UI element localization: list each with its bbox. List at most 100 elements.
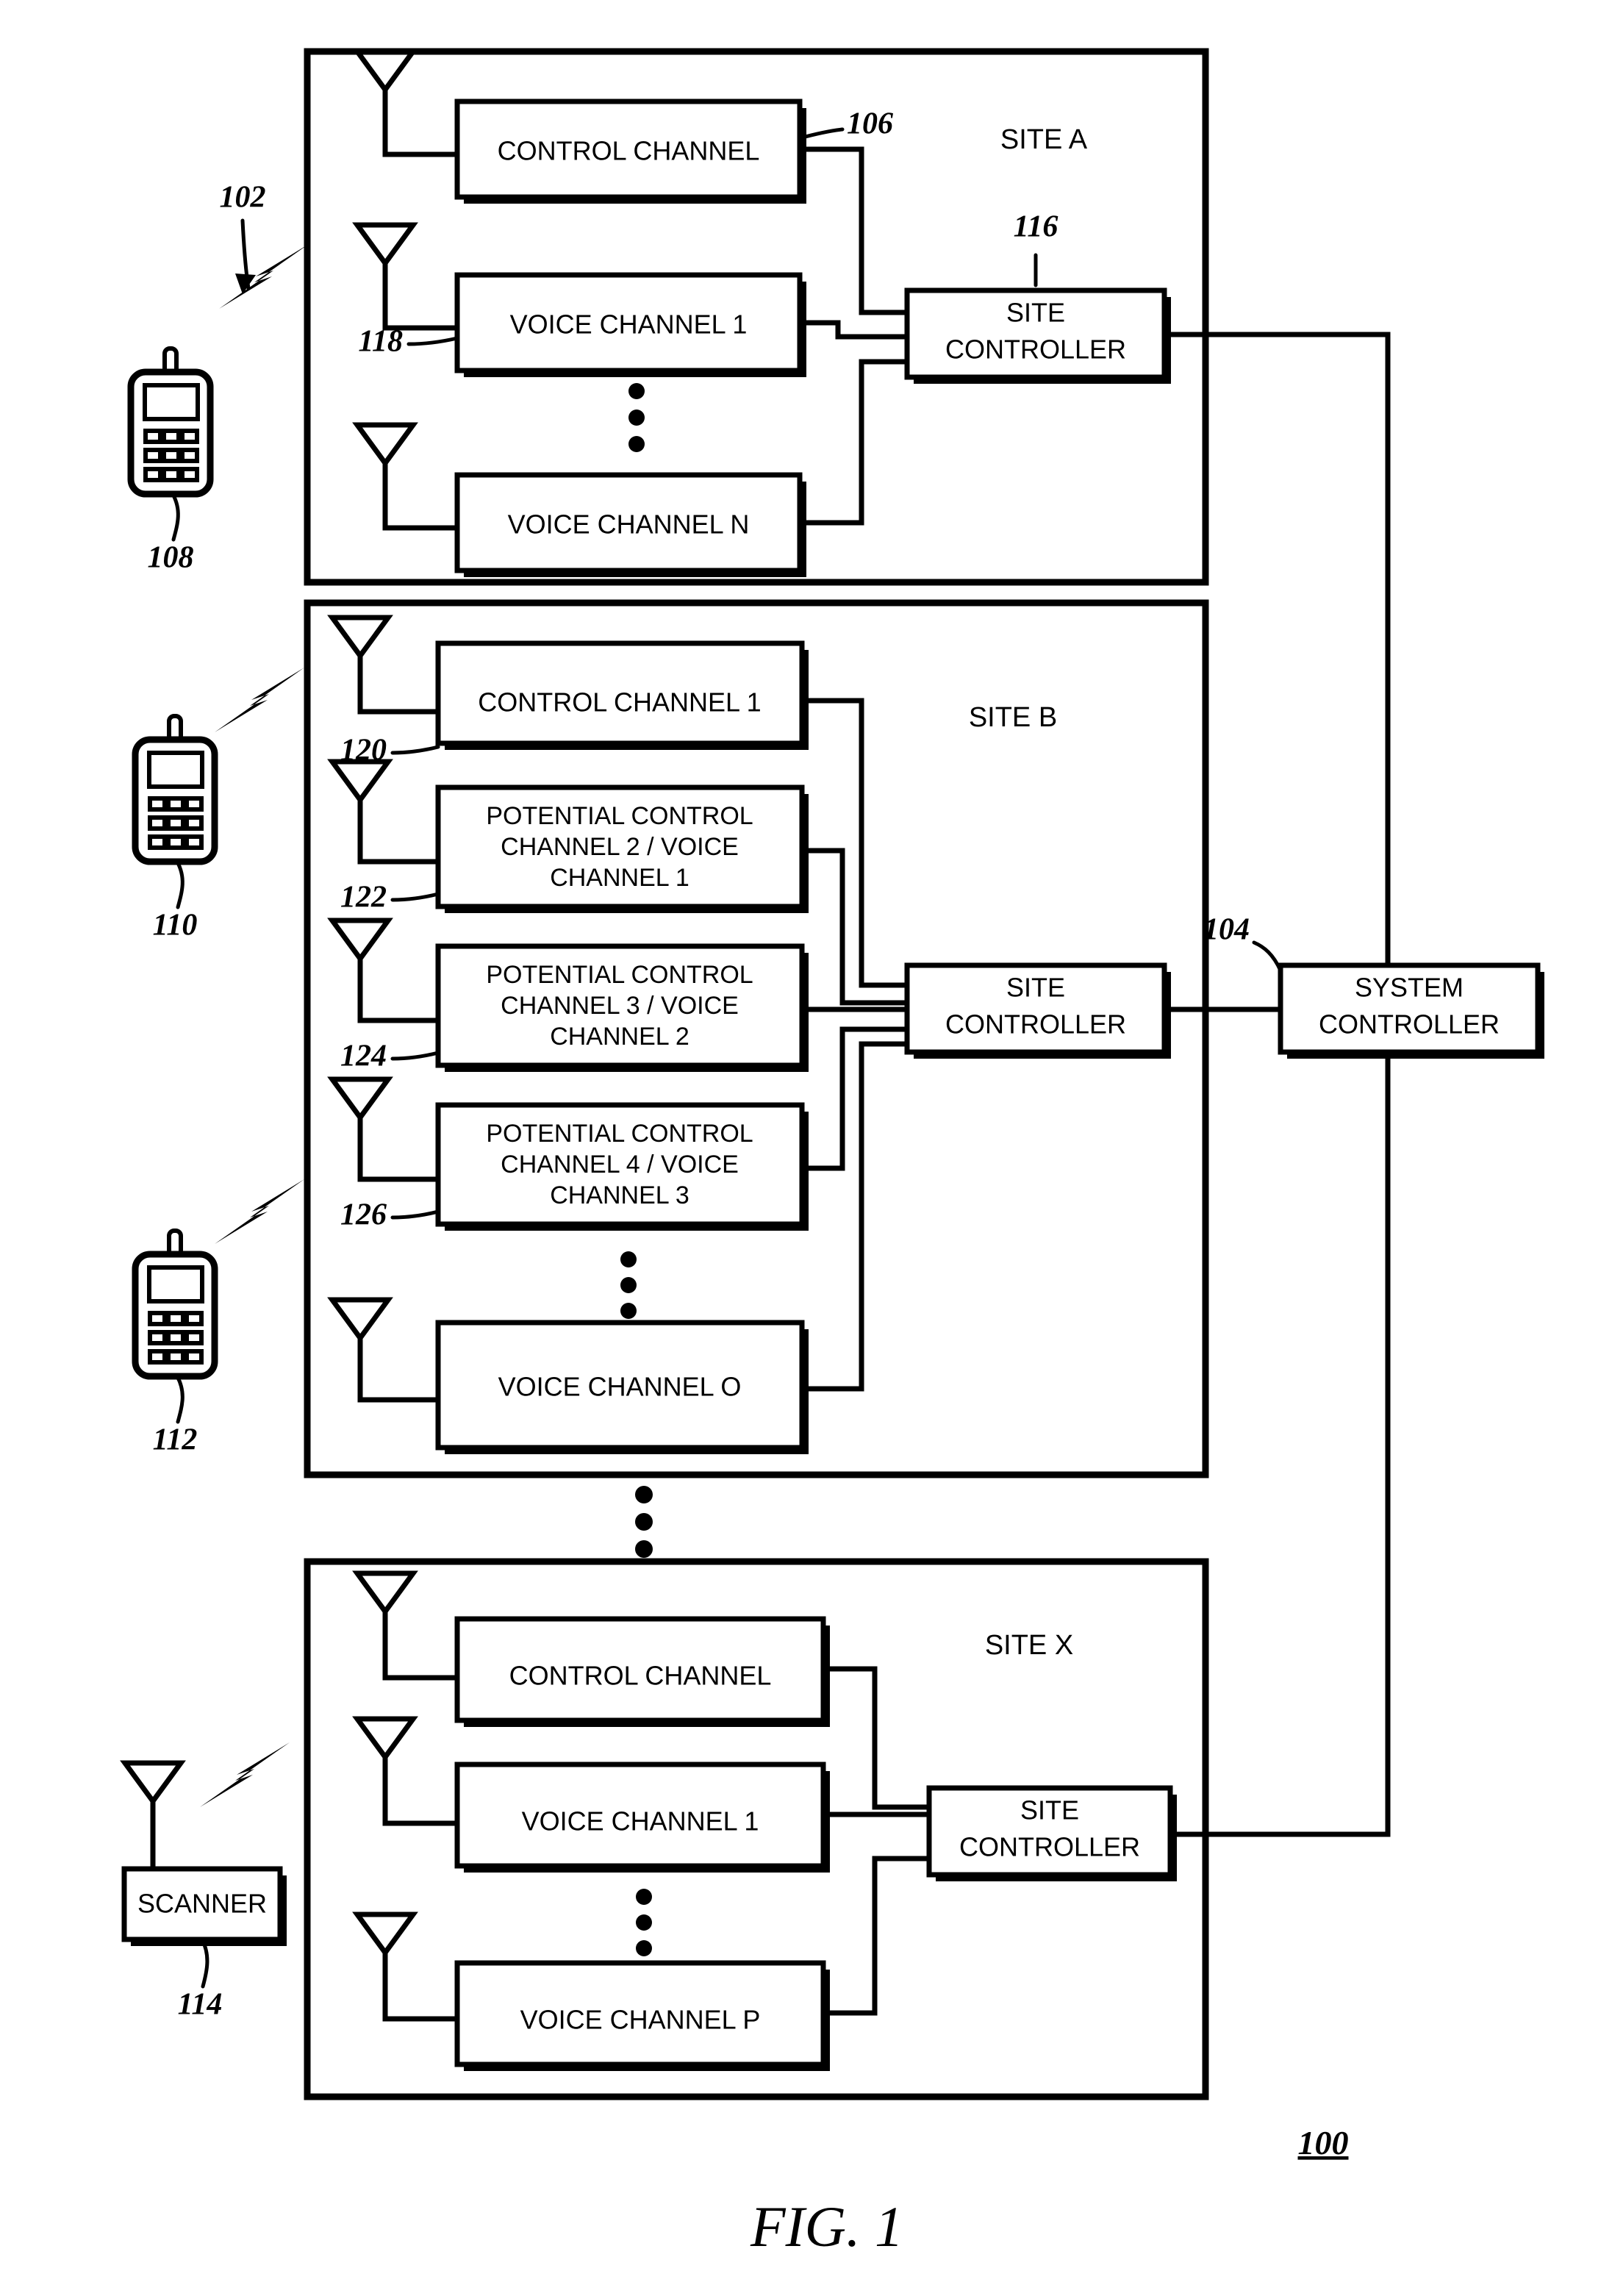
feed-wire <box>357 691 441 715</box>
antenna-icon <box>332 762 388 838</box>
bus-wire <box>799 1041 910 1392</box>
figure-caption: FIG. 1 <box>750 2195 903 2259</box>
channel-label: CONTROL CHANNEL <box>509 1661 772 1691</box>
bus-wire <box>797 359 910 526</box>
figure-canvas: SITE A CONTROL CHANNEL 106 VOICE CHANNEL… <box>121 48 1544 2259</box>
channel-label: VOICE CHANNEL N <box>508 509 750 540</box>
ref-number-114: 114 <box>178 1988 223 2022</box>
site-ellipsis <box>635 1486 653 1558</box>
ref-leader <box>200 1937 209 1989</box>
feed-wire <box>382 298 460 331</box>
site-controller-label-line2: CONTROLLER <box>945 1009 1126 1040</box>
mobile-radio-icon[interactable] <box>135 1231 215 1376</box>
rf-link-bolt-icon <box>215 668 304 732</box>
ref-number-110: 110 <box>153 909 198 943</box>
antenna-icon <box>357 425 413 501</box>
site-a-title: SITE A <box>1000 124 1088 155</box>
bus-wire <box>799 1026 910 1171</box>
patent-figure-page: SITE A CONTROL CHANNEL 106 VOICE CHANNEL… <box>0 0 1612 2296</box>
bus-wire <box>820 1856 932 2016</box>
vertical-ellipsis <box>636 1889 652 1956</box>
antenna-icon <box>357 1573 413 1650</box>
feed-wire <box>357 1153 441 1182</box>
ref-number-120: 120 <box>340 734 387 768</box>
antenna-icon <box>332 618 388 694</box>
scanner-label: SCANNER <box>137 1889 267 1919</box>
feed-wire <box>382 1647 460 1681</box>
feed-wire <box>357 1373 441 1403</box>
channel-label: CHANNEL 4 / VOICE <box>501 1151 739 1179</box>
site-controller-label-line1: SITE <box>1006 298 1065 328</box>
vertical-ellipsis <box>620 1251 637 1319</box>
rf-link-bolt-icon <box>219 244 309 309</box>
site-controller-label-line2: CONTROLLER <box>945 335 1126 365</box>
feed-wire <box>357 835 441 865</box>
channel-label: CHANNEL 3 / VOICE <box>501 992 739 1020</box>
site-b-group: SITE B CONTROL CHANNEL 1 120 POTENTIAL C… <box>304 599 1209 1478</box>
channel-label: CHANNEL 3 <box>550 1181 689 1209</box>
channel-label: VOICE CHANNEL 1 <box>510 310 748 340</box>
mobile-radio-icon[interactable] <box>135 716 215 862</box>
feed-wire <box>382 125 460 157</box>
ref-leader <box>390 1209 440 1220</box>
scanner-group: SCANNER 114 <box>121 1742 290 2022</box>
ref-number-102: 102 <box>220 181 266 215</box>
antenna-icon <box>332 1300 388 1376</box>
ref-number-106: 106 <box>847 107 893 141</box>
site-a-trunk-wire <box>1161 332 1391 970</box>
channel-label: CHANNEL 2 <box>550 1023 689 1051</box>
ref-leader <box>175 1374 185 1424</box>
channel-label: VOICE CHANNEL P <box>520 2005 761 2035</box>
antenna-icon <box>357 51 413 128</box>
ref-number-124: 124 <box>340 1040 387 1073</box>
feed-wire <box>382 498 460 531</box>
site-controller-label-line1: SITE <box>1006 973 1065 1003</box>
antenna-icon <box>357 1914 413 1991</box>
bus-wire <box>797 320 910 340</box>
channel-label: CONTROL CHANNEL <box>498 136 760 166</box>
antenna-icon <box>357 225 413 301</box>
site-controller-label-line2: CONTROLLER <box>959 1832 1140 1862</box>
rf-link-bolt-icon <box>200 1742 290 1807</box>
subscriber-108-group: 102 108 <box>131 181 309 575</box>
channel-label: POTENTIAL CONTROL <box>486 961 753 989</box>
system-controller-label-line2: CONTROLLER <box>1319 1009 1500 1040</box>
site-x-title: SITE X <box>985 1630 1073 1661</box>
antenna-icon <box>125 1763 181 1839</box>
site-b-title: SITE B <box>969 702 1057 733</box>
ref-number-108: 108 <box>148 541 194 575</box>
channel-label: VOICE CHANNEL 1 <box>522 1806 759 1837</box>
channel-label: POTENTIAL CONTROL <box>486 802 753 830</box>
bus-wire <box>797 146 910 315</box>
feed-wire <box>357 994 441 1023</box>
ref-leader <box>171 492 180 542</box>
channel-label: VOICE CHANNEL O <box>498 1372 742 1402</box>
feed-wire <box>382 1792 460 1826</box>
ref-number-122: 122 <box>340 881 387 915</box>
ref-leader <box>390 1051 440 1061</box>
subscriber-112-group: 112 <box>135 1179 304 1457</box>
ref-leader <box>175 859 185 909</box>
ref-number-104: 104 <box>1203 913 1250 947</box>
ref-number-118: 118 <box>358 325 403 359</box>
ref-number-112: 112 <box>153 1423 198 1457</box>
system-controller-label-line1: SYSTEM <box>1355 973 1464 1003</box>
antenna-icon <box>357 1719 413 1795</box>
rf-link-bolt-icon <box>215 1179 304 1244</box>
bus-wire <box>799 698 910 988</box>
ref-leader <box>390 745 440 755</box>
antenna-icon <box>332 920 388 997</box>
mobile-radio-icon[interactable] <box>131 348 210 494</box>
bus-wire <box>820 1666 932 1810</box>
subscriber-110-group: 110 <box>135 668 304 943</box>
antenna-icon <box>332 1079 388 1156</box>
site-controller-label-line1: SITE <box>1020 1795 1079 1825</box>
system-controller-group: SYSTEM CONTROLLER 104 <box>1161 913 1544 1059</box>
channel-label: CHANNEL 2 / VOICE <box>501 833 739 861</box>
ref-leader <box>390 892 440 902</box>
ref-number-126: 126 <box>340 1198 387 1232</box>
channel-label: CONTROL CHANNEL 1 <box>478 687 761 718</box>
ref-leader <box>1252 940 1283 973</box>
ref-number-116: 116 <box>1014 210 1058 244</box>
system-ref-number-100: 100 <box>1298 2124 1349 2161</box>
